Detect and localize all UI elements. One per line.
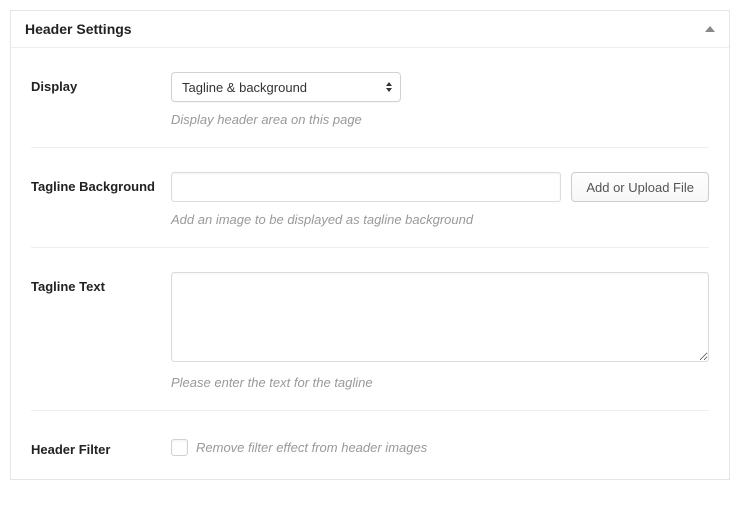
header-filter-label: Header Filter: [31, 435, 171, 459]
tagline-text-textarea[interactable]: [171, 272, 709, 362]
display-label: Display: [31, 72, 171, 127]
tagline-background-help: Add an image to be displayed as tagline …: [171, 212, 709, 227]
display-help: Display header area on this page: [171, 112, 709, 127]
tagline-background-input[interactable]: [171, 172, 561, 202]
field-tagline-background: Tagline Background Add or Upload File Ad…: [31, 148, 709, 248]
tagline-text-help: Please enter the text for the tagline: [171, 375, 709, 390]
header-filter-checkbox-wrap[interactable]: Remove filter effect from header images: [171, 435, 709, 456]
display-select[interactable]: Tagline & background: [172, 73, 400, 101]
tagline-background-label: Tagline Background: [31, 172, 171, 227]
metabox-body: Display Tagline & background Display hea…: [11, 48, 729, 479]
display-select-wrap: Tagline & background: [171, 72, 401, 102]
header-filter-checkbox[interactable]: [171, 439, 188, 456]
header-settings-metabox: Header Settings Display Tagline & backgr…: [10, 10, 730, 480]
header-filter-checkbox-label: Remove filter effect from header images: [196, 440, 427, 455]
upload-file-button[interactable]: Add or Upload File: [571, 172, 709, 202]
field-display: Display Tagline & background Display hea…: [31, 48, 709, 148]
tagline-text-control: Please enter the text for the tagline: [171, 272, 709, 390]
collapse-toggle-icon[interactable]: [705, 26, 715, 32]
metabox-title: Header Settings: [25, 21, 132, 37]
header-filter-control: Remove filter effect from header images: [171, 435, 709, 459]
field-tagline-text: Tagline Text Please enter the text for t…: [31, 248, 709, 411]
tagline-text-label: Tagline Text: [31, 272, 171, 390]
tagline-background-control: Add or Upload File Add an image to be di…: [171, 172, 709, 227]
metabox-header[interactable]: Header Settings: [11, 11, 729, 48]
field-header-filter: Header Filter Remove filter effect from …: [31, 411, 709, 479]
display-control: Tagline & background Display header area…: [171, 72, 709, 127]
